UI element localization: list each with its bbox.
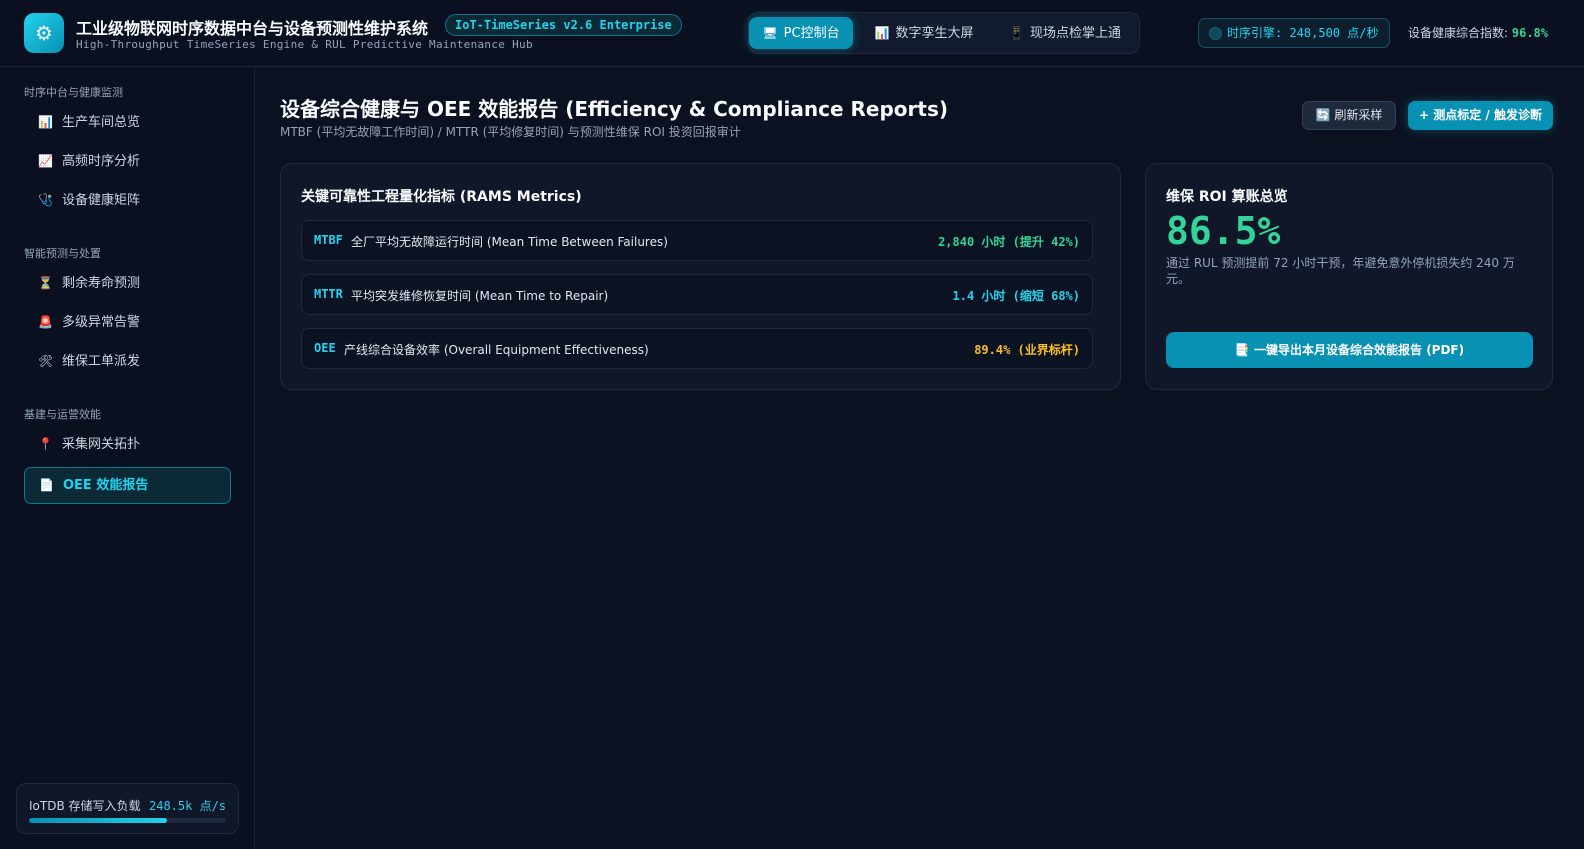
sidebar-item-label: 高频时序分析 bbox=[62, 154, 141, 169]
page-subtitle: MTBF (平均无故障工作时间) / MTTR (平均修复时间) 与预测性维保 … bbox=[280, 125, 741, 139]
metric-row-oee: OEE 产线综合设备效率 (Overall Equipment Effectiv… bbox=[301, 328, 1093, 369]
top-header: ⚙ 工业级物联网时序数据中台与设备预测性维护系统 IoT-TimeSeries … bbox=[0, 0, 1584, 67]
rams-card-title: 关键可靠性工程量化指标 (RAMS Metrics) bbox=[301, 189, 582, 205]
document-icon: 📄 bbox=[39, 478, 54, 492]
engine-status-chip: 时序引擎: 248,500 点/秒 bbox=[1198, 18, 1390, 48]
roi-description: 通过 RUL 预测提前 72 小时干预，年避免意外停机损失约 240 万元。 bbox=[1166, 256, 1515, 286]
refresh-icon: 🔄 bbox=[1315, 108, 1331, 122]
mode-mobile-inspection-button[interactable]: 📱 现场点检掌上通 bbox=[995, 17, 1135, 49]
mode-label: 数字孪生大屏 bbox=[895, 26, 974, 41]
storage-load-card: IoTDB 存储写入负载 248.5k 点/s bbox=[16, 783, 239, 834]
mode-label: PC控制台 bbox=[783, 26, 840, 41]
sidebar-item-label: 多级异常告警 bbox=[62, 315, 141, 330]
roi-summary-card: 维保 ROI 算账总览 86.5% 通过 RUL 预测提前 72 小时干预，年避… bbox=[1145, 163, 1553, 390]
bar-chart-icon: 📊 bbox=[874, 26, 890, 40]
export-report-label: 一键导出本月设备综合效能报告 (PDF) bbox=[1254, 343, 1465, 357]
nav-group-title: 时序中台与健康监测 bbox=[24, 86, 123, 99]
sidebar-item-label: 维保工单派发 bbox=[62, 354, 141, 369]
health-index-value: 96.8% bbox=[1511, 26, 1548, 40]
page-title: 设备综合健康与 OEE 效能报告 (Efficiency & Complianc… bbox=[280, 97, 948, 121]
sidebar-item-label: 剩余寿命预测 bbox=[62, 276, 141, 291]
metric-row-mttr: MTTR 平均突发维修恢复时间 (Mean Time to Repair) 1.… bbox=[301, 274, 1093, 315]
stethoscope-icon: 🩺 bbox=[38, 193, 53, 207]
view-mode-switch: 🖥 PC控制台 📊 数字孪生大屏 📱 现场点检掌上通 bbox=[748, 12, 1140, 54]
refresh-button[interactable]: 🔄 刷新采样 bbox=[1302, 101, 1396, 130]
sidebar-item-label: 生产车间总览 bbox=[62, 115, 141, 130]
storage-load-fill bbox=[29, 818, 167, 823]
export-report-button[interactable]: 📑 一键导出本月设备综合效能报告 (PDF) bbox=[1166, 332, 1533, 368]
metric-desc: 平均突发维修恢复时间 (Mean Time to Repair) bbox=[351, 289, 609, 303]
metric-desc: 产线综合设备效率 (Overall Equipment Effectivenes… bbox=[344, 343, 649, 357]
metric-value: 1.4 小时 (缩短 68%) bbox=[952, 289, 1080, 303]
status-dot-icon bbox=[1209, 27, 1222, 40]
gear-icon: ⚙ bbox=[24, 13, 64, 53]
nav-group-title: 智能预测与处置 bbox=[24, 247, 101, 260]
file-export-icon: 📑 bbox=[1234, 343, 1250, 357]
app-subtitle: High-Throughput TimeSeries Engine & RUL … bbox=[76, 38, 533, 51]
sidebar-item-timeseries-analysis[interactable]: 📈 高频时序分析 bbox=[24, 143, 231, 180]
alarm-icon: 🚨 bbox=[38, 315, 53, 329]
sidebar-item-label: 设备健康矩阵 bbox=[62, 193, 141, 208]
sidebar-item-oee-report[interactable]: 📄 OEE 效能报告 bbox=[24, 467, 231, 504]
sidebar-item-health-matrix[interactable]: 🩺 设备健康矩阵 bbox=[24, 182, 231, 219]
metric-row-mtbf: MTBF 全厂平均无故障运行时间 (Mean Time Between Fail… bbox=[301, 220, 1093, 261]
mode-pc-console-button[interactable]: 🖥 PC控制台 bbox=[749, 17, 853, 49]
storage-load-label: IoTDB 存储写入负载 bbox=[29, 799, 141, 813]
tools-icon: 🛠 bbox=[38, 354, 54, 368]
metric-key: MTBF bbox=[314, 233, 343, 247]
sidebar-item-work-orders[interactable]: 🛠 维保工单派发 bbox=[24, 343, 231, 380]
sidebar-item-label: OEE 效能报告 bbox=[63, 478, 149, 493]
monitor-icon: 🖥 bbox=[762, 26, 778, 40]
refresh-label: 刷新采样 bbox=[1334, 108, 1383, 122]
engine-status-text: 时序引擎: 248,500 点/秒 bbox=[1227, 26, 1379, 40]
mode-label: 现场点检掌上通 bbox=[1029, 26, 1121, 41]
line-chart-icon: 📈 bbox=[38, 154, 53, 168]
pin-icon: 📍 bbox=[38, 437, 53, 451]
metric-value: 2,840 小时 (提升 42%) bbox=[938, 235, 1080, 249]
mobile-icon: 📱 bbox=[1009, 26, 1024, 40]
roi-card-title: 维保 ROI 算账总览 bbox=[1166, 189, 1288, 205]
storage-load-value: 248.5k 点/s bbox=[149, 799, 227, 813]
sidebar-item-rul-prediction[interactable]: ⏳ 剩余寿命预测 bbox=[24, 265, 231, 302]
calibrate-diagnose-button[interactable]: + 测点标定 / 触发诊断 bbox=[1408, 101, 1553, 130]
metric-desc: 全厂平均无故障运行时间 (Mean Time Between Failures) bbox=[351, 235, 668, 249]
sidebar: 时序中台与健康监测 📊 生产车间总览 📈 高频时序分析 🩺 设备健康矩阵 智能预… bbox=[0, 67, 255, 849]
sidebar-item-workshop-overview[interactable]: 📊 生产车间总览 bbox=[24, 104, 231, 141]
version-badge: IoT-TimeSeries v2.6 Enterprise bbox=[445, 14, 682, 36]
storage-load-bar bbox=[29, 818, 226, 823]
mode-digital-twin-button[interactable]: 📊 数字孪生大屏 bbox=[859, 17, 989, 49]
bar-chart-icon: 📊 bbox=[38, 115, 53, 129]
metric-value: 89.4% (业界标杆) bbox=[974, 343, 1080, 357]
health-index-label: 设备健康综合指数: bbox=[1408, 26, 1509, 40]
sidebar-item-label: 采集网关拓扑 bbox=[62, 437, 141, 452]
rams-metrics-card: 关键可靠性工程量化指标 (RAMS Metrics) MTBF 全厂平均无故障运… bbox=[280, 163, 1121, 390]
roi-value: 86.5% bbox=[1166, 209, 1281, 253]
sidebar-item-alarms[interactable]: 🚨 多级异常告警 bbox=[24, 304, 231, 341]
health-index: 设备健康综合指数: 96.8% bbox=[1408, 24, 1548, 41]
metric-key: OEE bbox=[314, 341, 336, 355]
sidebar-item-gateway-topology[interactable]: 📍 采集网关拓扑 bbox=[24, 426, 231, 463]
hourglass-icon: ⏳ bbox=[38, 276, 53, 290]
nav-group-title: 基建与运营效能 bbox=[24, 408, 101, 421]
app-title: 工业级物联网时序数据中台与设备预测性维护系统 bbox=[76, 19, 429, 38]
metric-key: MTTR bbox=[314, 287, 343, 301]
